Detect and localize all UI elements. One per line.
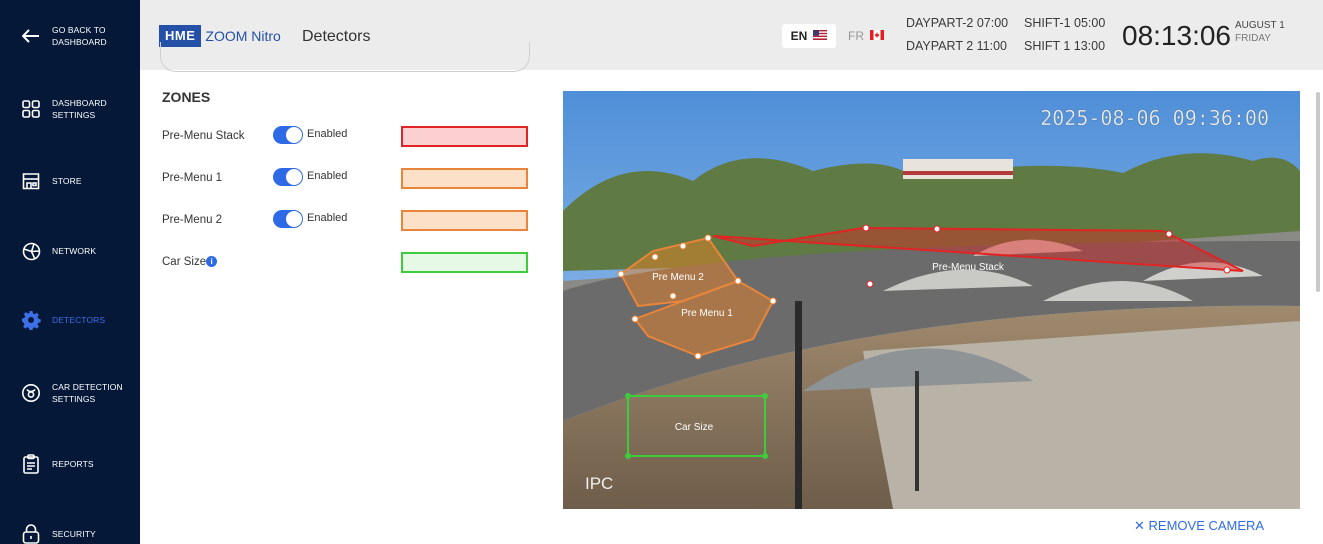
zone-enabled-toggle[interactable]	[273, 168, 303, 186]
zone-color-swatch[interactable]	[401, 168, 528, 189]
back-to-dashboard-link[interactable]: GO BACK TO DASHBOARD	[0, 14, 140, 58]
zone-enabled-toggle[interactable]	[273, 126, 303, 144]
language-en-button[interactable]: EN	[782, 24, 836, 48]
remove-camera-button[interactable]: ✕ REMOVE CAMERA	[1134, 518, 1264, 534]
current-time: 08:13:06	[1122, 20, 1231, 51]
sidebar-item-detectors[interactable]: DETECTORS	[0, 298, 140, 342]
shift-next: SHIFT 1 13:00	[1024, 39, 1106, 53]
language-en-label: EN	[790, 29, 808, 43]
shift-current: SHIFT-1 05:00	[1024, 16, 1106, 30]
current-date: AUGUST 1	[1235, 20, 1285, 31]
sidebar-item-store[interactable]: STORE	[0, 159, 140, 203]
sidebar-item-car-detection-settings[interactable]: CAR DETECTION SETTINGS	[0, 371, 140, 415]
zones-heading: ZONES	[162, 89, 211, 105]
sidebar-item-label: DETECTORS	[52, 315, 106, 325]
zone-row-pre-menu-2: Pre-Menu 2 Enabled	[162, 210, 532, 232]
zone-name: Pre-Menu Stack	[162, 130, 245, 142]
zone-label-car-size: Car Size	[675, 422, 714, 433]
sidebar-item-label: DASHBOARD SETTINGS	[52, 98, 107, 120]
clipboard-icon	[20, 453, 42, 475]
dashboard-grid-icon	[20, 98, 42, 120]
sidebar: GO BACK TO DASHBOARD DASHBOARD SETTINGS …	[0, 0, 140, 544]
zone-name: Pre-Menu 1	[162, 172, 223, 184]
arrow-left-icon	[20, 25, 42, 47]
sidebar-item-reports[interactable]: REPORTS	[0, 442, 140, 486]
car-size-label: Car Size	[162, 256, 207, 268]
daypart-current: DAYPART-2 07:00	[906, 16, 1009, 30]
camera-channel-label: IPC	[585, 474, 613, 493]
zone-row-pre-menu-1: Pre-Menu 1 Enabled	[162, 168, 532, 190]
sidebar-item-label: REPORTS	[52, 459, 94, 469]
language-fr-button[interactable]: FR	[848, 24, 884, 48]
current-weekday: FRIDAY	[1235, 33, 1271, 44]
zone-row-car-size: Car Size i	[162, 252, 532, 274]
zone-row-pre-menu-stack: Pre-Menu Stack Enabled	[162, 126, 532, 148]
zone-label-pre-menu-stack: Pre-Menu Stack	[932, 262, 1005, 273]
toggle-label: Enabled	[307, 170, 348, 182]
zone-name: Car Size i	[162, 256, 218, 268]
zone-color-swatch[interactable]	[401, 210, 528, 231]
sidebar-item-label: SECURITY	[52, 529, 96, 539]
language-fr-label: FR	[848, 29, 864, 43]
sidebar-item-label: CAR DETECTION SETTINGS	[52, 382, 123, 404]
info-icon[interactable]: i	[206, 256, 218, 267]
sidebar-item-security[interactable]: SECURITY	[0, 512, 140, 544]
network-icon	[20, 240, 42, 262]
zone-color-swatch[interactable]	[401, 126, 528, 147]
zone-label-pre-menu-1: Pre Menu 1	[681, 308, 733, 319]
camera-feed[interactable]: 2025-08-06 09:36:00 IPC Pre-Menu Stack P…	[563, 91, 1300, 509]
canada-flag-icon	[870, 29, 884, 43]
car-detection-icon	[20, 382, 42, 404]
sidebar-item-label: NETWORK	[52, 246, 97, 256]
us-flag-icon	[813, 29, 828, 43]
toggle-label: Enabled	[307, 128, 348, 140]
page-scrollbar[interactable]	[1316, 92, 1320, 292]
store-icon	[20, 170, 42, 192]
collapsed-panel-edge	[160, 42, 530, 72]
camera-timestamp: 2025-08-06 09:36:00	[1040, 106, 1269, 130]
lock-icon	[20, 523, 42, 544]
daypart-next: DAYPART 2 11:00	[906, 39, 1007, 53]
zone-label-pre-menu-2: Pre Menu 2	[652, 272, 704, 283]
zone-enabled-toggle[interactable]	[273, 210, 303, 228]
back-label: GO BACK TO DASHBOARD	[52, 25, 107, 47]
zone-name: Pre-Menu 2	[162, 214, 223, 226]
toggle-label: Enabled	[307, 212, 348, 224]
sidebar-item-label: STORE	[52, 176, 82, 186]
sidebar-item-network[interactable]: NETWORK	[0, 229, 140, 273]
gear-icon	[20, 309, 42, 331]
sidebar-item-dashboard-settings[interactable]: DASHBOARD SETTINGS	[0, 87, 140, 131]
remove-camera-label: REMOVE CAMERA	[1148, 518, 1265, 533]
close-icon: ✕	[1134, 518, 1145, 533]
zone-color-swatch[interactable]	[401, 252, 528, 273]
